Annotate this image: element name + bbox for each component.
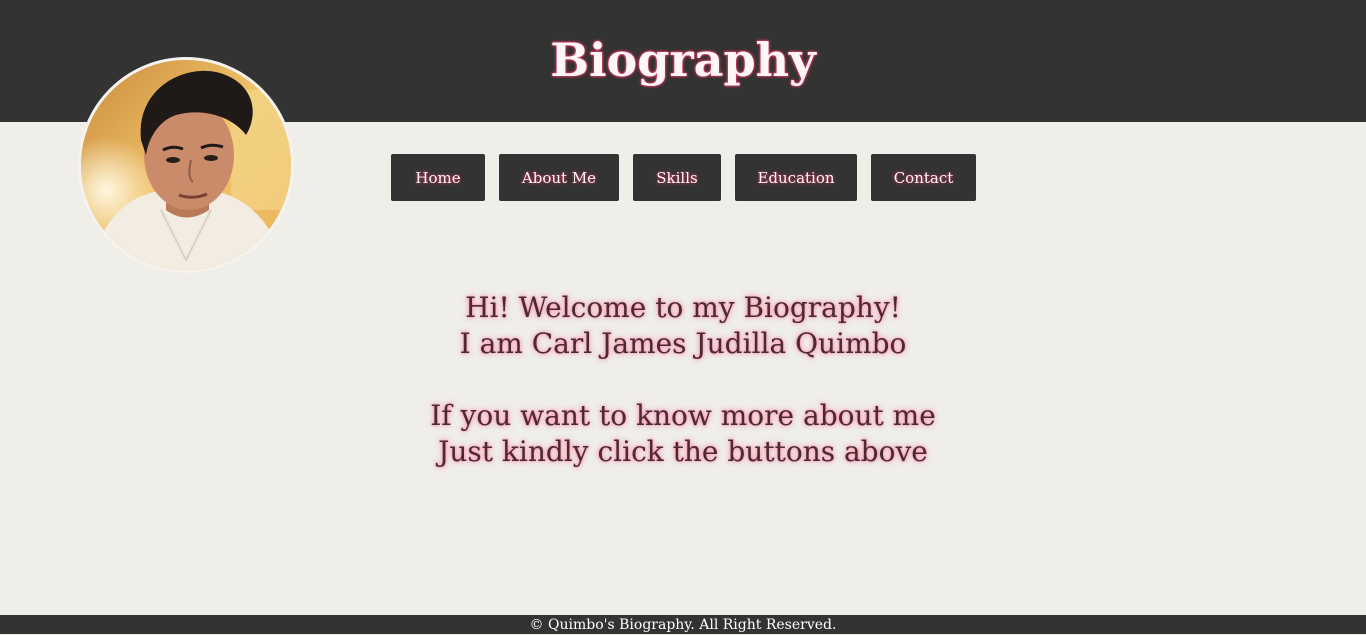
- welcome-line-1: Hi! Welcome to my Biography!: [465, 291, 901, 324]
- nav-education-button[interactable]: Education: [735, 154, 857, 201]
- nav-home-button[interactable]: Home: [391, 154, 485, 201]
- welcome-line-3: If you want to know more about me: [430, 399, 936, 432]
- welcome-message: Hi! Welcome to my Biography! I am Carl J…: [0, 290, 1366, 470]
- copyright-text: © Quimbo's Biography. All Right Reserved…: [529, 617, 837, 633]
- nav-skills-button[interactable]: Skills: [633, 154, 721, 201]
- nav-contact-button[interactable]: Contact: [871, 154, 976, 201]
- main-nav: Home About Me Skills Education Contact: [391, 154, 976, 201]
- nav-about-me-button[interactable]: About Me: [499, 154, 619, 201]
- site-footer: © Quimbo's Biography. All Right Reserved…: [0, 615, 1366, 634]
- welcome-line-4: Just kindly click the buttons above: [438, 435, 928, 468]
- welcome-spacer: [0, 362, 1366, 398]
- avatar: [78, 57, 294, 273]
- welcome-line-2: I am Carl James Judilla Quimbo: [459, 327, 907, 360]
- profile-photo: [81, 60, 291, 270]
